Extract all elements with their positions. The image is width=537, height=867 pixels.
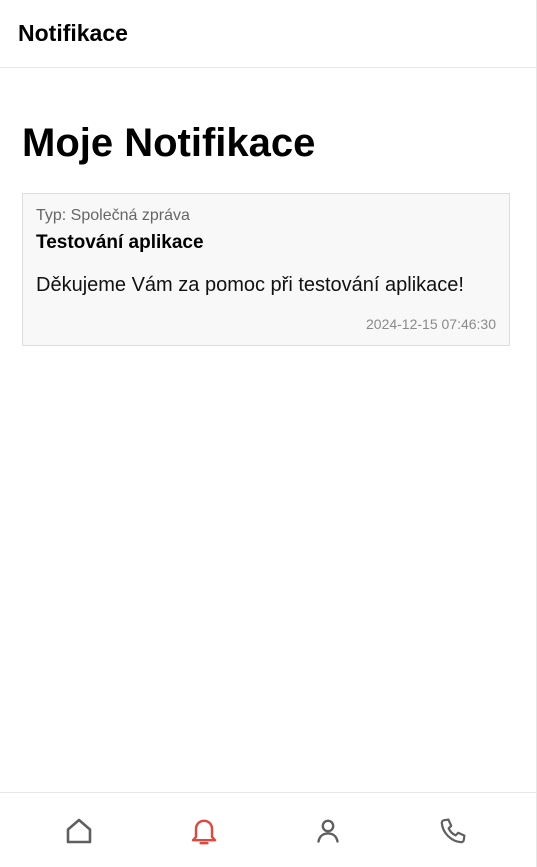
- notification-timestamp: 2024-12-15 07:46:30: [366, 316, 496, 332]
- app-screen: Notifikace Moje Notifikace Typ: Společná…: [0, 0, 537, 867]
- nav-notifications-button[interactable]: [184, 811, 224, 851]
- user-icon: [317, 819, 339, 843]
- notification-message: Děkujeme Vám za pomoc při testování apli…: [36, 274, 464, 296]
- nav-home-button[interactable]: [59, 811, 99, 851]
- top-bar: Notifikace: [0, 0, 536, 68]
- notification-type: Typ: Společná zpráva: [36, 207, 190, 224]
- page-title: Moje Notifikace: [22, 121, 316, 165]
- notification-title: Testování aplikace: [36, 232, 204, 253]
- top-bar-title: Notifikace: [18, 20, 128, 46]
- home-icon: [66, 818, 92, 844]
- bell-icon: [191, 819, 217, 845]
- nav-profile-button[interactable]: [308, 811, 348, 851]
- nav-contact-button[interactable]: [433, 811, 473, 851]
- phone-icon: [440, 818, 466, 844]
- notification-card[interactable]: Typ: Společná zpráva Testování aplikace …: [22, 193, 510, 346]
- bottom-navigation: [0, 792, 536, 867]
